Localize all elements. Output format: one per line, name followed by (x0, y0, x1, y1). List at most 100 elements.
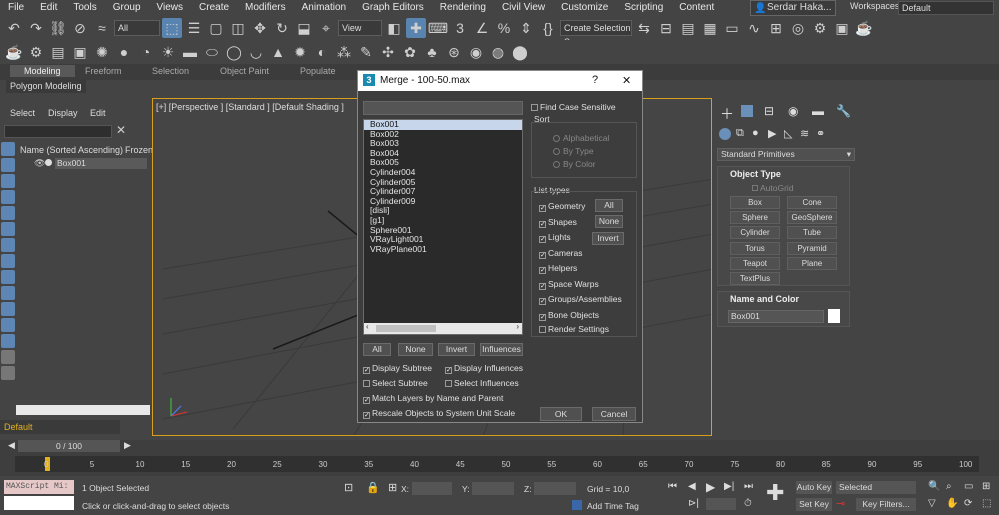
clear-search-icon[interactable]: ✕ (116, 123, 126, 137)
menu-civil-view[interactable]: Civil View (494, 0, 553, 16)
display-lights-icon[interactable] (1, 190, 15, 204)
curve-editor-icon[interactable]: ∿ (744, 18, 764, 38)
maxscript-output[interactable] (4, 496, 74, 510)
display-groups-icon[interactable] (1, 254, 15, 268)
vray-icon[interactable]: ▣ (70, 42, 90, 62)
move-icon[interactable]: ✥ (250, 18, 270, 38)
selection-lock-icon[interactable]: 🔒 (366, 481, 380, 494)
column-header-name[interactable]: Name (Sorted Ascending) (20, 145, 123, 155)
current-frame-field[interactable] (706, 498, 736, 510)
vray-clipper-icon[interactable]: ✿ (400, 42, 420, 62)
scene-item-box001[interactable]: Box001 (55, 158, 147, 169)
scene-tab-select[interactable]: Select (10, 108, 35, 118)
select-influences-checkbox[interactable]: Select Influences (445, 378, 519, 388)
scroll-right-icon[interactable]: › (516, 322, 519, 331)
scroll-thumb[interactable] (376, 325, 436, 332)
pan-icon[interactable]: ✋ (946, 498, 958, 509)
render-setup-icon[interactable]: ⚙ (810, 18, 830, 38)
ribbon-tab-modeling[interactable]: Modeling (10, 65, 75, 77)
key-mode-icon[interactable]: ⊳| (688, 498, 699, 509)
set-key-big-icon[interactable]: ✚ (766, 480, 784, 506)
ribbon-tab-selection[interactable]: Selection (152, 66, 189, 76)
vray-sphere-icon[interactable]: ● (114, 42, 134, 62)
render-settings-checkbox[interactable]: Render Settings (539, 324, 609, 334)
object-list[interactable]: Box001 Box002 Box003 Box004 Box005 Cylinder00… (363, 119, 523, 335)
object-list-item[interactable]: [disli] (364, 206, 522, 216)
cancel-button[interactable]: Cancel (592, 407, 636, 421)
display-tab-icon[interactable]: ▬ (812, 104, 824, 118)
visibility-eye-icon[interactable]: 👁 (34, 158, 45, 169)
types-none-button[interactable]: None (595, 215, 623, 228)
object-name-input[interactable]: Box001 (728, 310, 824, 323)
vray-light-icon[interactable]: ✺ (92, 42, 112, 62)
display-filter-icon[interactable] (1, 366, 15, 380)
menu-animation[interactable]: Animation (294, 0, 354, 16)
spinner-snap-icon[interactable]: ⇕ (516, 18, 536, 38)
list-type-checkbox[interactable]: ✓ Geometry (539, 201, 585, 212)
display-spacewarps-icon[interactable] (1, 238, 15, 252)
box-button[interactable]: Box (730, 196, 780, 209)
zoom-icon[interactable]: 🔍 (928, 481, 940, 492)
select-object-icon[interactable]: ⬚ (162, 18, 182, 38)
types-all-button[interactable]: All (595, 199, 623, 212)
z-coordinate-field[interactable] (534, 482, 576, 495)
cylinder-button[interactable]: Cylinder (730, 226, 780, 239)
y-coordinate-field[interactable] (472, 482, 514, 495)
vray-dome-icon[interactable]: ◐ (312, 42, 332, 62)
rescale-objects-checkbox[interactable]: ✓ Rescale Objects to System Unit Scale (363, 408, 515, 419)
goto-start-icon[interactable]: ⏮ (668, 481, 677, 492)
vray-mesh-icon[interactable]: ✣ (378, 42, 398, 62)
display-geometry-icon[interactable] (1, 158, 15, 172)
material-editor-icon[interactable]: ◎ (788, 18, 808, 38)
geosphere-button[interactable]: GeoSphere (787, 211, 837, 224)
menu-group[interactable]: Group (105, 0, 149, 16)
sort-alphabetical-radio[interactable]: Alphabetical (553, 133, 609, 143)
angle-snap-icon[interactable]: ∠ (472, 18, 492, 38)
scene-explorer-icon[interactable]: ▤ (678, 18, 698, 38)
select-subtree-checkbox[interactable]: Select Subtree (363, 378, 428, 388)
menu-file[interactable]: File (0, 0, 32, 16)
track-bar[interactable] (15, 456, 979, 472)
hierarchy-tab-icon[interactable]: ⊟ (764, 104, 774, 118)
time-config-icon[interactable]: ⏱ (744, 498, 752, 509)
reference-coordinate-select[interactable]: View (338, 20, 382, 36)
snaps-toggle-icon[interactable]: 3 (450, 18, 470, 38)
render-icon[interactable]: ☕ (854, 18, 874, 38)
utilities-tab-icon[interactable]: 🔧 (836, 104, 851, 118)
menu-scripting[interactable]: Scripting (616, 0, 671, 16)
vray-orbit-icon[interactable]: ⊛ (444, 42, 464, 62)
ribbon-tab-freeform[interactable]: Freeform (85, 66, 122, 76)
object-type-title[interactable]: Object Type (730, 169, 781, 179)
vray-ies-icon[interactable]: ◔ (136, 42, 156, 62)
match-layers-checkbox[interactable]: ✓ Match Layers by Name and Parent (363, 393, 503, 404)
key-filters-button[interactable]: Key Filters... (856, 498, 916, 511)
time-tag-icon[interactable] (572, 500, 582, 510)
display-frozen-icon[interactable] (1, 318, 15, 332)
window-crossing-icon[interactable]: ◫ (228, 18, 248, 38)
fov-icon[interactable]: ▽ (928, 498, 936, 509)
vray-lens-icon[interactable]: ◍ (488, 42, 508, 62)
list-type-checkbox[interactable]: ✓ Cameras (539, 248, 582, 259)
zoom-all-icon[interactable]: ⌕ (946, 481, 952, 492)
cone-button[interactable]: Cone (787, 196, 837, 209)
user-account-menu[interactable]: 👤 Serdar Haka... (750, 0, 836, 16)
pyramid-button[interactable]: Pyramid (787, 242, 837, 255)
vray-scene-icon[interactable]: ◉ (466, 42, 486, 62)
list-horizontal-scrollbar[interactable]: ‹ › (364, 322, 522, 334)
display-hidden-icon[interactable] (1, 334, 15, 348)
next-frame-icon[interactable]: ▶| (724, 481, 734, 492)
layer-select[interactable]: Default (0, 420, 120, 434)
zoom-extents-icon[interactable]: ▭ (964, 481, 973, 492)
name-and-color-title[interactable]: Name and Color (730, 294, 799, 304)
lights-category-icon[interactable]: ● (752, 127, 759, 139)
display-shapes-icon[interactable] (1, 174, 15, 188)
maxscript-listener[interactable]: MAXScript Mi: (4, 480, 74, 494)
scene-tab-display[interactable]: Display (48, 108, 78, 118)
vray-ellipse-icon[interactable]: ⬭ (202, 42, 222, 62)
list-type-checkbox[interactable]: ✓ Helpers (539, 263, 577, 274)
column-header-frozen[interactable]: Frozen (125, 145, 153, 155)
scroll-left-icon[interactable]: ‹ (366, 322, 369, 331)
ribbon-polygon-modeling[interactable]: Polygon Modeling (6, 80, 86, 93)
teapot-button[interactable]: Teapot (730, 257, 780, 270)
tube-button[interactable]: Tube (787, 226, 837, 239)
